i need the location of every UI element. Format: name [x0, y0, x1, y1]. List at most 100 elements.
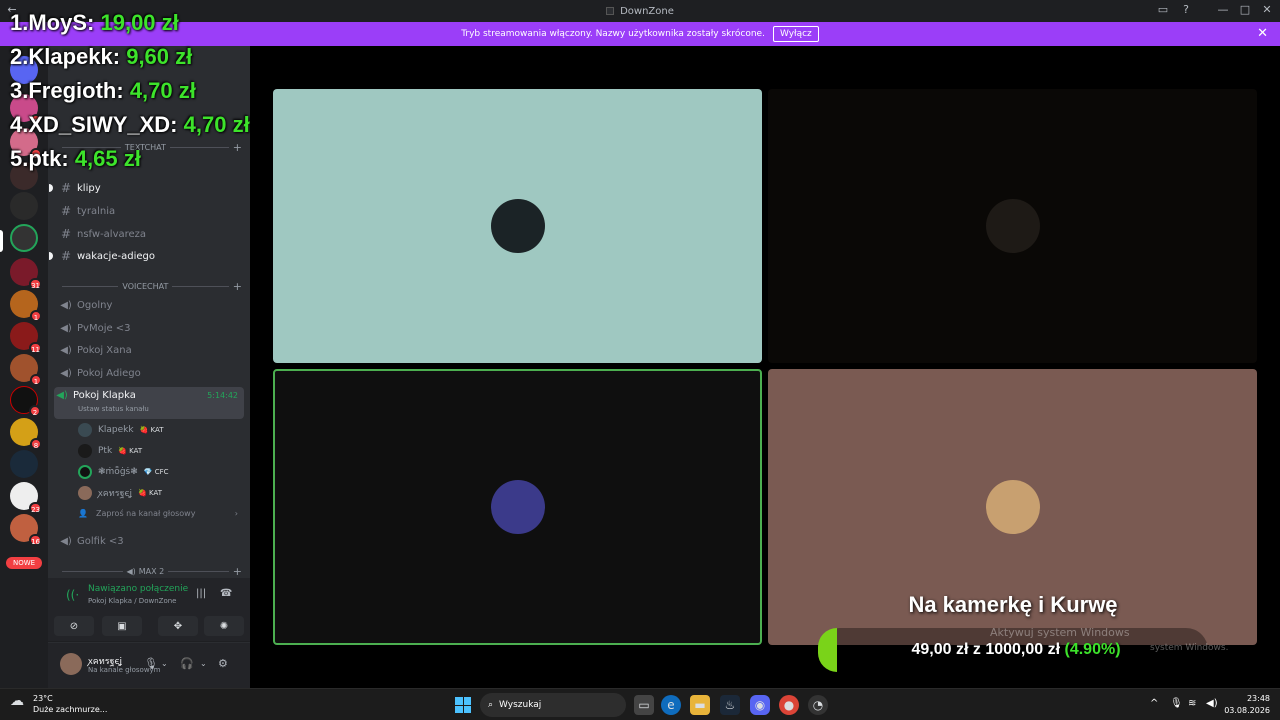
screen-share-button[interactable]: ▣ [102, 616, 142, 636]
new-servers-badge[interactable]: NOWE [6, 557, 42, 569]
server-icon-downzone[interactable] [10, 224, 38, 252]
server-icon[interactable]: 8 [10, 418, 42, 450]
server-icon[interactable] [10, 192, 38, 220]
donor-entry: 2.Klapekk: 9,60 zł [10, 44, 192, 70]
channel-nsfw-alvareza[interactable]: # nsfw-alvareza [58, 224, 244, 244]
server-icon[interactable] [10, 450, 38, 478]
app-logo-icon [606, 6, 615, 15]
channel-label: PvMoje <3 [77, 322, 131, 334]
server-rail: 1 3 31 1 11 1 2 8 23 16 NOWE [0, 46, 48, 688]
donor-amount: 9,60 zł [126, 44, 193, 69]
disable-streamer-mode-button[interactable]: Wyłącz [772, 26, 819, 42]
minimize-button[interactable]: — [1215, 3, 1231, 16]
add-channel-icon[interactable]: + [233, 565, 242, 578]
server-icon[interactable]: 23 [10, 482, 42, 514]
clock-time[interactable]: 23:48 [1230, 694, 1270, 703]
participant-tile-speaking[interactable] [273, 369, 762, 645]
donor-entry: 4.XD_SIWY_XD: 4,70 zł [10, 112, 250, 138]
search-icon: ⌕ [488, 700, 494, 710]
help-icon[interactable]: ? [1178, 3, 1194, 16]
weather-condition[interactable]: Duże zachmurze... [33, 705, 107, 714]
close-window-button[interactable]: ✕ [1259, 3, 1275, 16]
voice-channel-pokoj-klapka[interactable]: ◀) Pokoj Klapka 5:14:42 Ustaw status kan… [54, 387, 244, 419]
donor-name: ptk: [28, 146, 69, 171]
weather-cloud-icon[interactable]: ☁ [10, 693, 24, 709]
voice-channel-pvmoje[interactable]: ◀) PvMoje <3 [58, 318, 244, 338]
member-name: ❃ṁȫġṡ❃ [98, 467, 138, 477]
server-icon[interactable]: 31 [10, 258, 42, 290]
server-icon[interactable]: 11 [10, 322, 42, 354]
add-channel-icon[interactable]: + [233, 141, 242, 154]
windows-activation-watermark: Aktywuj system Windows [990, 626, 1130, 639]
gear-icon[interactable]: ⚙ [218, 657, 228, 670]
category-voicechat[interactable]: VOICECHAT + [58, 280, 242, 293]
inbox-icon[interactable]: ▭ [1155, 3, 1171, 16]
disconnect-icon[interactable]: ☎ [220, 588, 232, 599]
hash-icon: # [60, 249, 72, 263]
soundboard-button[interactable]: ✺ [204, 616, 244, 636]
goal-title: Na kamerkę i Kurwę [908, 592, 1118, 617]
channel-wakacje-adiego[interactable]: # wakacje-adiego [58, 246, 244, 266]
channel-label: Golfik <3 [77, 535, 124, 547]
channel-label: tyralnia [77, 205, 116, 217]
wifi-icon[interactable]: ≋ [1188, 698, 1196, 709]
channel-label: wakacje-adiego [77, 250, 155, 262]
start-button[interactable] [455, 697, 471, 713]
voice-channel-golfik[interactable]: ◀) Golfik <3 [58, 531, 244, 551]
set-channel-status[interactable]: Ustaw status kanału [78, 405, 149, 413]
steam-icon[interactable]: ♨ [720, 695, 740, 715]
avatar[interactable] [60, 653, 82, 675]
streamer-mode-banner: Tryb streamowania włączony. Nazwy użytko… [0, 22, 1280, 46]
microphone-icon[interactable]: 🎙 [1170, 698, 1183, 709]
hash-icon: # [60, 181, 72, 195]
camera-off-button[interactable]: ⊘ [54, 616, 94, 636]
signal-icon[interactable]: ((· [66, 588, 79, 602]
server-icon[interactable]: 16 [10, 514, 42, 546]
participant-tile[interactable] [273, 89, 762, 363]
edge-icon[interactable]: e [661, 695, 681, 715]
close-banner-icon[interactable]: ✕ [1257, 26, 1268, 41]
server-icon[interactable]: 2 [10, 386, 41, 417]
participant-tile[interactable] [768, 89, 1257, 363]
volume-icon[interactable]: ◀) [1206, 698, 1218, 709]
hash-icon: # [60, 204, 72, 218]
headphones-icon[interactable]: 🎧 [180, 657, 194, 670]
chrome-icon[interactable]: ● [779, 695, 799, 715]
file-explorer-icon[interactable]: ▬ [690, 695, 710, 715]
channel-klipy[interactable]: # klipy [58, 178, 244, 198]
donor-entry: 1.MoyS: 19,00 zł [10, 10, 179, 36]
discord-icon[interactable]: ◉ [750, 695, 770, 715]
app-icon[interactable]: ◔ [808, 695, 828, 715]
title-bar: ← DownZone ▭ ? — □ ✕ [0, 0, 1280, 22]
connection-status[interactable]: Nawiązano połączenie [88, 584, 188, 594]
server-icon[interactable]: 1 [10, 354, 42, 386]
channel-label: klipy [77, 182, 101, 194]
task-view-icon[interactable]: ▭ [634, 695, 654, 715]
microphone-icon[interactable]: 🎙 [144, 657, 158, 670]
chevron-down-icon[interactable]: ⌄ [200, 659, 207, 668]
category-label: MAX 2 [138, 566, 165, 576]
category-max2[interactable]: ◀) MAX 2 + [58, 565, 242, 578]
invite-to-voice[interactable]: 👤 Zaproś na kanał głosowy › [78, 509, 238, 518]
chevron-down-icon[interactable]: ⌄ [161, 659, 168, 668]
avatar [78, 486, 92, 500]
maximize-button[interactable]: □ [1237, 3, 1253, 16]
activities-button[interactable]: ✥ [158, 616, 198, 636]
voice-channel-pokoj-adiego[interactable]: ◀) Pokoj Adiego [58, 363, 244, 383]
search-box[interactable]: ⌕ Wyszukaj [480, 693, 626, 717]
voice-channel-pokoj-xana[interactable]: ◀) Pokoj Xana [58, 340, 244, 360]
server-icon[interactable]: 1 [10, 290, 42, 322]
chevron-up-icon[interactable]: ^ [1150, 698, 1158, 709]
voice-member[interactable]: Ptk 🍓 KAT [78, 442, 238, 460]
add-channel-icon[interactable]: + [233, 280, 242, 293]
clock-date[interactable]: 03.08.2026 [1220, 706, 1270, 715]
voice-member[interactable]: Klapekk 🍓 KAT [78, 421, 238, 439]
connection-location[interactable]: Pokoj Klapka / DownZone [88, 597, 176, 605]
noise-suppression-icon[interactable]: ||| [196, 588, 206, 599]
weather-temp[interactable]: 23°C [33, 694, 53, 703]
channel-label: Ogolny [77, 299, 113, 311]
voice-channel-ogolny[interactable]: ◀) Ogolny [58, 295, 244, 315]
channel-tyralnia[interactable]: # tyralnia [58, 201, 244, 221]
voice-member[interactable]: ꭗคทรฐєʝ 🍓 KAT [78, 484, 238, 502]
voice-member[interactable]: ❃ṁȫġṡ❃ 💎 CFC [78, 463, 238, 481]
